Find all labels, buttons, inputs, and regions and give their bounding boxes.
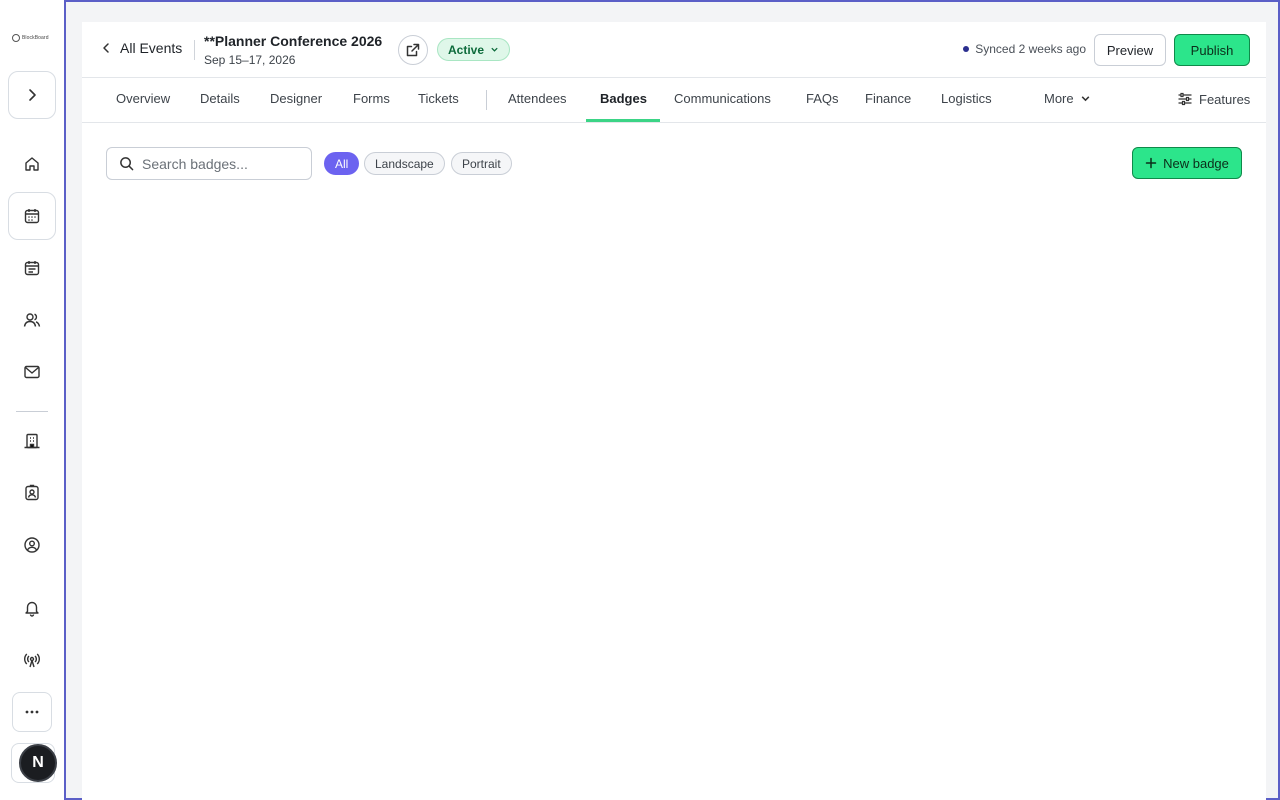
sidebar-item-mail[interactable] (20, 360, 44, 384)
sidebar-item-broadcast[interactable] (20, 648, 44, 672)
avatar[interactable]: N (19, 744, 57, 782)
app-logo[interactable]: BlockBoard (12, 30, 52, 46)
main-frame: All Events **Planner Conference 2026 Sep… (64, 0, 1280, 800)
new-badge-label: New badge (1163, 155, 1229, 171)
tab-faqs[interactable]: FAQs (806, 91, 839, 106)
sync-dot-icon (963, 46, 970, 52)
avatar-initial: N (32, 754, 44, 771)
event-header: All Events **Planner Conference 2026 Sep… (82, 22, 1266, 78)
tab-attendees[interactable]: Attendees (508, 91, 567, 106)
new-badge-button[interactable]: New badge (1132, 147, 1242, 179)
logo-mark-icon (12, 34, 20, 42)
back-to-events-link[interactable]: All Events (100, 40, 182, 56)
bell-icon (25, 601, 39, 617)
sync-status: Synced 2 weeks ago (963, 42, 1086, 56)
mail-icon (24, 365, 40, 379)
filter-portrait[interactable]: Portrait (451, 152, 512, 175)
page-title: **Planner Conference 2026 (204, 33, 383, 49)
filter-all[interactable]: All (324, 152, 360, 175)
id-badge-icon (25, 484, 39, 501)
search-input[interactable] (142, 155, 292, 172)
features-label: Features (1199, 91, 1251, 107)
tab-forms[interactable]: Forms (353, 91, 390, 106)
external-link-icon (406, 43, 420, 57)
filter-landscape[interactable]: Landscape (364, 152, 445, 175)
tab-designer[interactable]: Designer (270, 91, 322, 106)
app-sidebar: BlockBoard N (0, 0, 64, 800)
features-button[interactable]: Features (1177, 91, 1250, 107)
badges-panel: All Landscape Portrait New badge (82, 123, 1266, 800)
tab-communications[interactable]: Communications (674, 91, 771, 106)
sidebar-item-account[interactable] (20, 533, 44, 557)
tab-tickets[interactable]: Tickets (418, 91, 459, 106)
ellipsis-icon (25, 710, 39, 714)
active-tab-indicator (586, 119, 660, 122)
plus-icon (1145, 157, 1157, 169)
status-badge[interactable]: Active (437, 38, 511, 61)
sidebar-item-venues[interactable] (20, 429, 44, 453)
sidebar-item-notifications[interactable] (20, 596, 44, 620)
event-tabs: Overview Details Designer Forms Tickets … (82, 78, 1266, 123)
broadcast-icon (24, 653, 40, 668)
tab-badges[interactable]: Badges (600, 91, 647, 106)
sidebar-more-button[interactable] (12, 692, 52, 732)
sidebar-item-badges[interactable] (20, 481, 44, 505)
sidebar-divider (16, 411, 48, 412)
search-icon (120, 157, 134, 171)
sidebar-item-home[interactable] (20, 152, 44, 176)
back-label: All Events (120, 40, 183, 56)
users-icon (23, 313, 41, 327)
tab-details[interactable]: Details (200, 91, 240, 106)
sidebar-expand-button[interactable] (8, 71, 56, 119)
user-circle-icon (24, 537, 40, 553)
home-icon (25, 157, 39, 171)
preview-button[interactable]: Preview (1094, 34, 1166, 66)
event-dates: Sep 15–17, 2026 (204, 53, 296, 67)
search-field[interactable] (106, 147, 312, 180)
calendar-list-icon (24, 261, 40, 276)
chevron-right-icon (29, 89, 36, 101)
publish-button[interactable]: Publish (1174, 34, 1250, 66)
chevron-down-icon (1081, 96, 1089, 102)
chevron-left-icon (103, 43, 109, 53)
tab-logistics[interactable]: Logistics (941, 91, 992, 106)
tab-divider (486, 90, 487, 110)
tab-overview[interactable]: Overview (116, 91, 170, 106)
tab-finance[interactable]: Finance (865, 91, 911, 106)
sync-label: Synced 2 weeks ago (975, 42, 1086, 56)
open-external-button[interactable] (398, 35, 428, 65)
header-divider (194, 40, 195, 60)
logo-text: BlockBoard (22, 35, 49, 41)
sidebar-item-events[interactable] (8, 192, 56, 240)
sidebar-item-people[interactable] (20, 308, 44, 332)
status-label: Active (448, 42, 485, 57)
sliders-icon (1178, 92, 1192, 106)
calendar-icon (24, 209, 40, 224)
more-tabs-button[interactable]: More (1044, 91, 1091, 106)
more-label: More (1044, 91, 1074, 106)
building-icon (24, 433, 40, 449)
sidebar-item-schedule[interactable] (20, 256, 44, 280)
chevron-down-icon (491, 47, 498, 52)
